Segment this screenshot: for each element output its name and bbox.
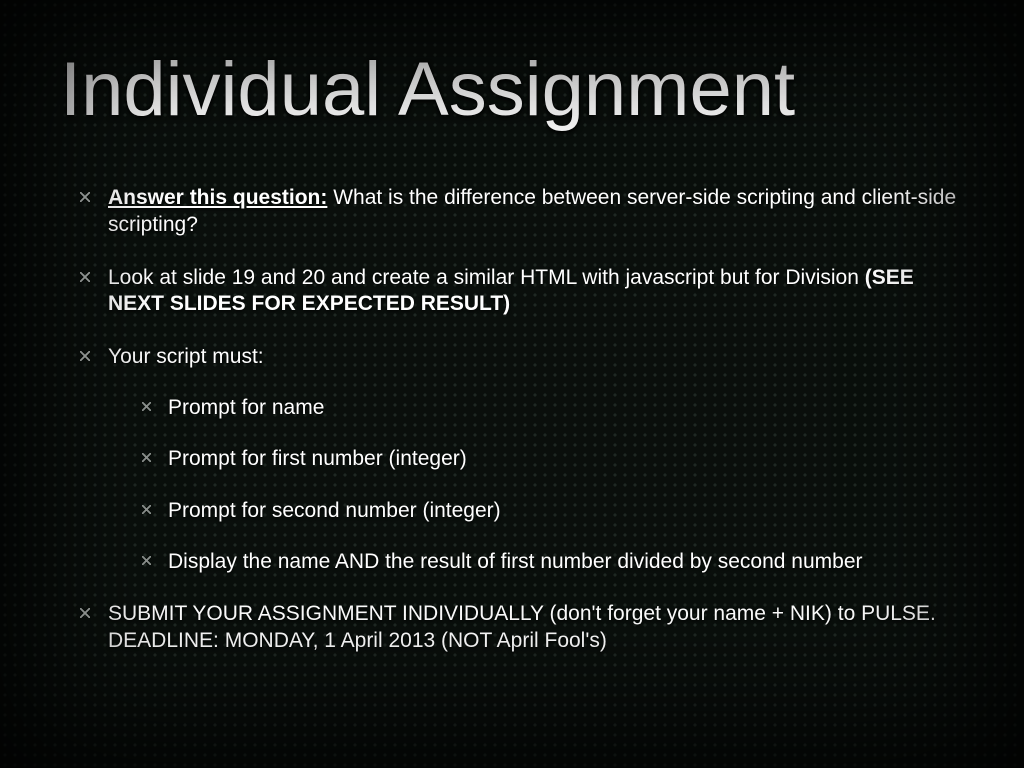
list-item: Prompt for second number (integer) — [142, 498, 964, 524]
body-text: Your script must: — [108, 345, 264, 368]
body-text: Prompt for first number (integer) — [168, 447, 467, 470]
emphasis-text: Answer this question: — [108, 186, 327, 209]
body-text: SUBMIT YOUR ASSIGNMENT INDIVIDUALLY (don… — [108, 602, 936, 652]
body-text: Prompt for name — [168, 396, 324, 419]
list-item: Look at slide 19 and 20 and create a sim… — [80, 265, 964, 319]
body-text: Display the name AND the result of first… — [168, 550, 863, 573]
bullet-list: Answer this question: What is the differ… — [60, 185, 964, 655]
body-text: Prompt for second number (integer) — [168, 499, 501, 522]
slide-title: Individual Assignment — [60, 50, 964, 130]
list-item: Prompt for name — [142, 395, 964, 421]
slide: Individual Assignment Answer this questi… — [0, 0, 1024, 768]
sub-bullet-list: Prompt for name Prompt for first number … — [108, 395, 964, 575]
list-item: Prompt for first number (integer) — [142, 446, 964, 472]
list-item: Your script must: Prompt for name Prompt… — [80, 344, 964, 575]
list-item: SUBMIT YOUR ASSIGNMENT INDIVIDUALLY (don… — [80, 601, 964, 655]
list-item: Display the name AND the result of first… — [142, 549, 964, 575]
body-text: Look at slide 19 and 20 and create a sim… — [108, 266, 865, 289]
list-item: Answer this question: What is the differ… — [80, 185, 964, 239]
